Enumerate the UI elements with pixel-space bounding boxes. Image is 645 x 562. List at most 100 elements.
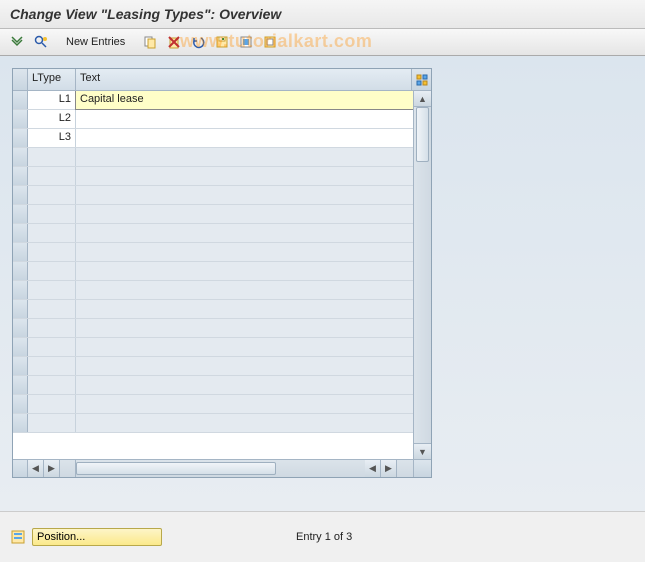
- delete-icon[interactable]: [165, 33, 183, 51]
- ltype-cell: [28, 243, 76, 261]
- page-title: Change View "Leasing Types": Overview: [0, 0, 645, 29]
- find-icon[interactable]: [32, 33, 50, 51]
- text-cell[interactable]: [76, 110, 413, 128]
- ltype-cell: [28, 224, 76, 242]
- hscroll-corner-right: [413, 460, 431, 477]
- ltype-cell: [28, 281, 76, 299]
- table-row: [13, 224, 413, 243]
- copy-icon[interactable]: [141, 33, 159, 51]
- table-row: [13, 300, 413, 319]
- row-selector[interactable]: [13, 376, 28, 394]
- text-cell: [76, 148, 413, 166]
- row-selector[interactable]: [13, 186, 28, 204]
- deselect-all-icon[interactable]: [261, 33, 279, 51]
- table-row: [13, 148, 413, 167]
- ltype-cell: [28, 186, 76, 204]
- row-selector[interactable]: [13, 167, 28, 185]
- row-selector[interactable]: [13, 224, 28, 242]
- toolbar: www.tutorialkart.com New Entries: [0, 29, 645, 56]
- text-cell: [76, 319, 413, 337]
- text-column-header[interactable]: Text: [76, 69, 411, 90]
- table-row: [13, 338, 413, 357]
- table-header: LType Text: [13, 69, 431, 91]
- table-row: [13, 205, 413, 224]
- ltype-cell: [28, 167, 76, 185]
- ltype-column-header[interactable]: LType: [28, 69, 76, 90]
- data-table: LType Text L1Capital leaseL2L3 ▲ ▼ ◀ ▶: [12, 68, 432, 478]
- ltype-cell[interactable]: L2: [28, 110, 76, 128]
- undo-icon[interactable]: [189, 33, 207, 51]
- position-icon[interactable]: [10, 528, 28, 546]
- row-selector[interactable]: [13, 262, 28, 280]
- footer: Position... Entry 1 of 3: [0, 511, 645, 561]
- table-row: [13, 167, 413, 186]
- scroll-up-icon[interactable]: ▲: [414, 91, 431, 107]
- row-selector[interactable]: [13, 281, 28, 299]
- text-cell: [76, 300, 413, 318]
- scroll-right2-icon[interactable]: ▶: [381, 460, 397, 477]
- select-all-icon[interactable]: [237, 33, 255, 51]
- text-cell: [76, 205, 413, 223]
- position-button[interactable]: Position...: [32, 528, 162, 546]
- row-selector[interactable]: [13, 300, 28, 318]
- table-row: [13, 319, 413, 338]
- table-row: [13, 357, 413, 376]
- scroll-right-icon[interactable]: ▶: [44, 460, 60, 477]
- text-cell[interactable]: [76, 129, 413, 147]
- ltype-cell[interactable]: L1: [28, 91, 76, 109]
- ltype-cell: [28, 414, 76, 432]
- table-row: [13, 186, 413, 205]
- select-column-header[interactable]: [13, 69, 28, 90]
- ltype-cell: [28, 376, 76, 394]
- row-selector[interactable]: [13, 110, 28, 128]
- row-selector[interactable]: [13, 148, 28, 166]
- row-selector[interactable]: [13, 414, 28, 432]
- text-cell: [76, 357, 413, 375]
- table-settings-icon[interactable]: [411, 69, 431, 90]
- new-entries-button[interactable]: New Entries: [60, 34, 131, 50]
- text-cell: [76, 262, 413, 280]
- ltype-cell: [28, 300, 76, 318]
- hscroll-thumb[interactable]: [76, 462, 276, 475]
- table-row: [13, 376, 413, 395]
- text-cell: [76, 224, 413, 242]
- save-icon[interactable]: [213, 33, 231, 51]
- text-cell: [76, 414, 413, 432]
- scroll-down-icon[interactable]: ▼: [414, 443, 431, 459]
- vertical-scrollbar[interactable]: ▲ ▼: [413, 91, 431, 459]
- table-row: [13, 243, 413, 262]
- scroll-left-icon[interactable]: ◀: [28, 460, 44, 477]
- table-row: [13, 395, 413, 414]
- table-row: L3: [13, 129, 413, 148]
- row-selector[interactable]: [13, 205, 28, 223]
- ltype-cell: [28, 357, 76, 375]
- text-cell: [76, 395, 413, 413]
- row-selector[interactable]: [13, 395, 28, 413]
- table-row: L1Capital lease: [13, 91, 413, 110]
- expand-icon[interactable]: [8, 33, 26, 51]
- row-selector[interactable]: [13, 338, 28, 356]
- scroll-left2-icon[interactable]: ◀: [365, 460, 381, 477]
- position-label: Position...: [37, 531, 85, 543]
- ltype-cell: [28, 319, 76, 337]
- ltype-cell: [28, 148, 76, 166]
- scroll-thumb[interactable]: [416, 107, 429, 162]
- row-selector[interactable]: [13, 91, 28, 109]
- row-selector[interactable]: [13, 357, 28, 375]
- row-selector[interactable]: [13, 319, 28, 337]
- ltype-cell: [28, 395, 76, 413]
- main-content: LType Text L1Capital leaseL2L3 ▲ ▼ ◀ ▶: [0, 56, 645, 511]
- table-row: [13, 262, 413, 281]
- ltype-cell[interactable]: L3: [28, 129, 76, 147]
- text-cell[interactable]: Capital lease: [76, 91, 413, 109]
- hscroll-track[interactable]: [76, 460, 365, 477]
- row-selector[interactable]: [13, 129, 28, 147]
- ltype-cell: [28, 338, 76, 356]
- text-cell: [76, 376, 413, 394]
- text-cell: [76, 243, 413, 261]
- text-cell: [76, 167, 413, 185]
- text-cell: [76, 338, 413, 356]
- row-selector[interactable]: [13, 243, 28, 261]
- table-row: [13, 414, 413, 433]
- scroll-track[interactable]: [414, 107, 431, 443]
